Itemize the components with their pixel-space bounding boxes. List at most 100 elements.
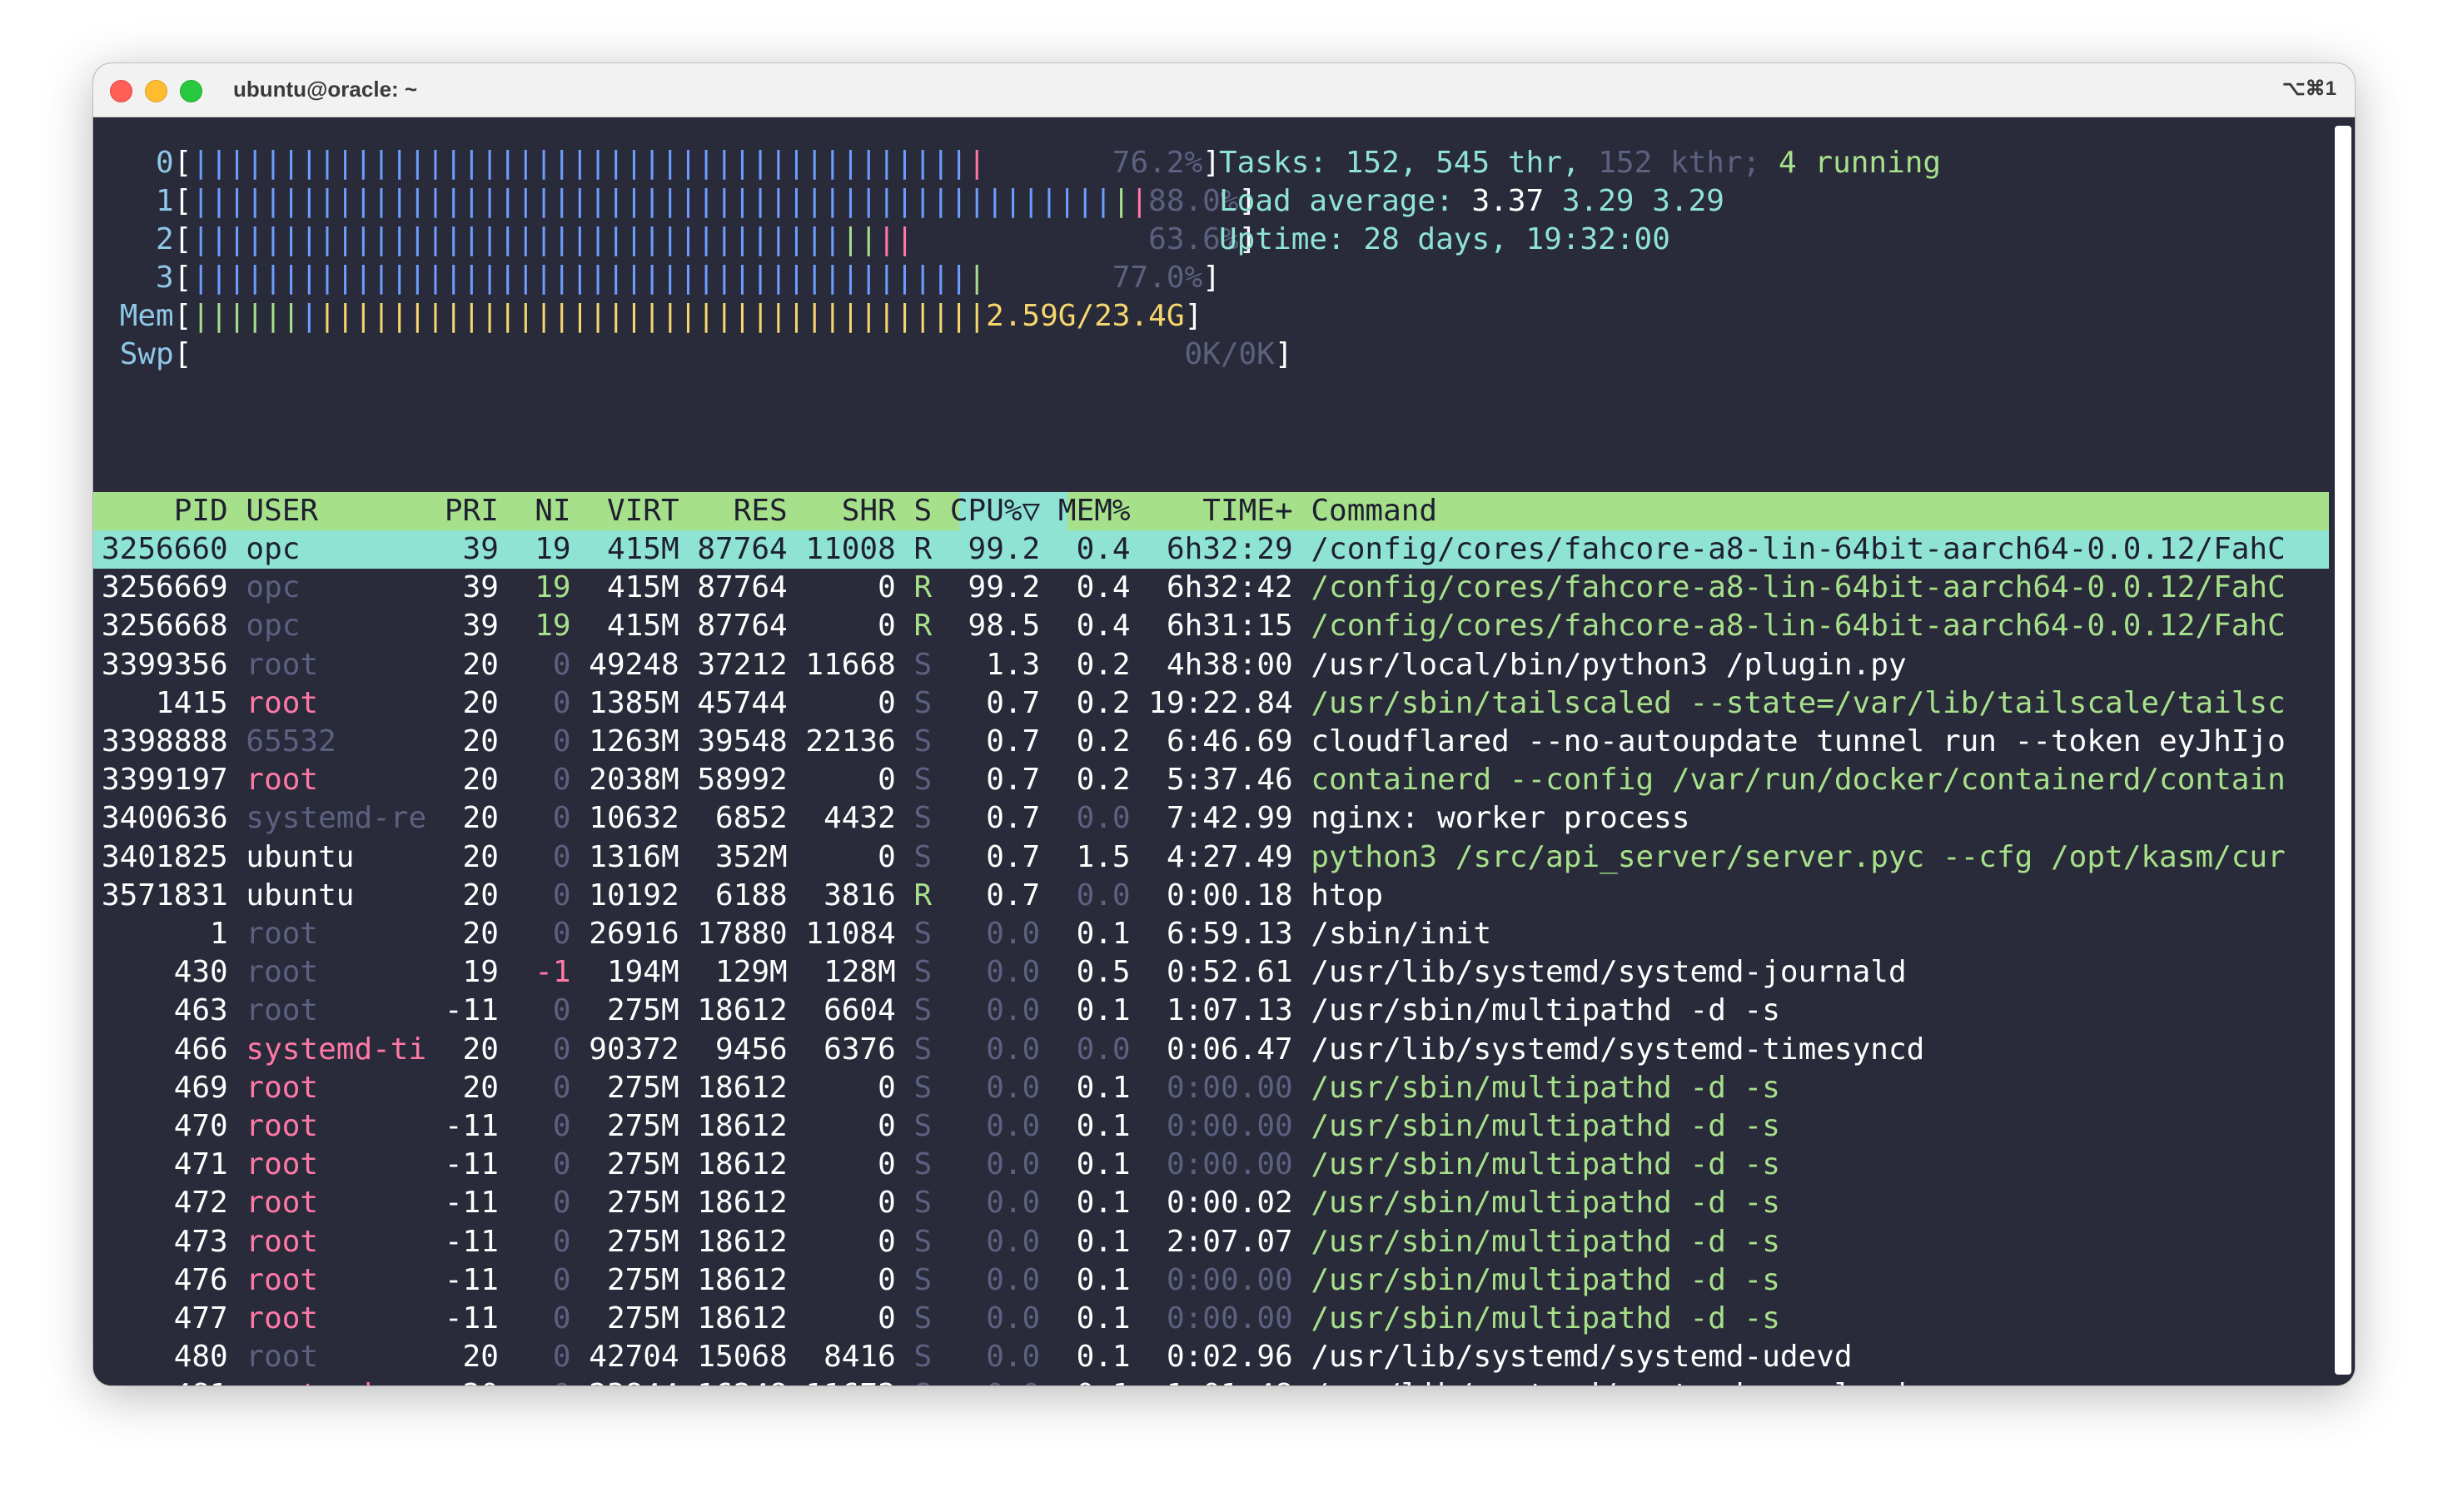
- process-pri: 20: [444, 878, 499, 913]
- process-row[interactable]: 3399197 root 20 0 2038M 58992 0 S 0.7 0.…: [102, 761, 2355, 799]
- process-pri: 20: [444, 1340, 499, 1375]
- cpu2-label: 2: [156, 222, 174, 256]
- process-mem: 0.2: [1057, 763, 1131, 798]
- process-ni: 0: [516, 763, 571, 798]
- process-mem: 0.4: [1057, 609, 1131, 644]
- mem-meter: Mem[||||||||||||||||||||||||||||||||||||…: [119, 299, 1203, 333]
- process-ni: 0: [516, 685, 571, 720]
- process-row[interactable]: 1415 root 20 0 1385M 45744 0 S 0.7 0.2 1…: [102, 684, 2355, 723]
- process-time: 1:07.13: [1130, 993, 1293, 1028]
- process-shr: 11668: [805, 647, 896, 682]
- process-row[interactable]: 469 root 20 0 275M 18612 0 S 0.0 0.1 0:0…: [102, 1069, 2355, 1107]
- process-row[interactable]: 1 root 20 0 26916 17880 11084 S 0.0 0.1 …: [102, 915, 2355, 953]
- column-header-user[interactable]: USER: [246, 494, 426, 528]
- terminal-window: ubuntu@oracle: ~ ⌥⌘1 0[|||||||||||||||||…: [93, 63, 2355, 1385]
- process-cpu: 0.0: [949, 917, 1041, 951]
- process-row[interactable]: 477 root -11 0 275M 18612 0 S 0.0 0.1 0:…: [102, 1300, 2355, 1338]
- process-res: 18612: [697, 1109, 788, 1143]
- column-header-mem[interactable]: MEM%: [1058, 494, 1131, 528]
- process-mem: 0.1: [1057, 1109, 1131, 1143]
- process-row[interactable]: 3256660 opc 39 19 415M 87764 11008 R 99.…: [102, 530, 2355, 569]
- process-res: 37212: [697, 647, 788, 682]
- process-row[interactable]: 3256669 opc 39 19 415M 87764 0 R 99.2 0.…: [102, 569, 2355, 607]
- process-command: /usr/lib/systemd/systemd-resolved: [1311, 1378, 2355, 1385]
- column-header[interactable]: PID USER PRI NI VIRT RES SHR S CPU%▽ MEM…: [102, 492, 2355, 530]
- process-mem: 0.0: [1057, 878, 1131, 913]
- column-header-pid[interactable]: PID: [102, 494, 228, 528]
- column-header-time[interactable]: TIME+: [1131, 494, 1292, 528]
- process-row[interactable]: 476 root -11 0 275M 18612 0 S 0.0 0.1 0:…: [102, 1261, 2355, 1300]
- minimize-button[interactable]: [145, 80, 167, 102]
- process-row[interactable]: 480 root 20 0 42704 15068 8416 S 0.0 0.1…: [102, 1338, 2355, 1376]
- process-row[interactable]: 3399356 root 20 0 49248 37212 11668 S 1.…: [102, 646, 2355, 684]
- process-cpu: 0.0: [950, 1378, 1040, 1385]
- process-shr: 4432: [805, 801, 896, 836]
- process-s: R: [913, 570, 933, 605]
- process-cpu: 0.0: [949, 1262, 1041, 1297]
- process-res: 87764: [697, 532, 788, 566]
- process-row[interactable]: 3400636 systemd-re 20 0 10632 6852 4432 …: [102, 799, 2355, 838]
- process-row[interactable]: 3398888 65532 20 0 1263M 39548 22136 S 0…: [102, 723, 2355, 761]
- process-row[interactable]: 471 root -11 0 275M 18612 0 S 0.0 0.1 0:…: [102, 1146, 2355, 1184]
- process-mem: 0.4: [1057, 570, 1131, 605]
- process-virt: 10632: [589, 801, 679, 836]
- process-row[interactable]: 3256668 opc 39 19 415M 87764 0 R 98.5 0.…: [102, 607, 2355, 645]
- process-time: 7:42.99: [1130, 801, 1293, 836]
- process-shr: 8416: [805, 1340, 896, 1375]
- process-mem: 0.4: [1057, 532, 1131, 566]
- column-header-ni[interactable]: NI: [517, 494, 570, 528]
- process-ni: 19: [516, 609, 571, 644]
- column-header-command[interactable]: Command: [1311, 494, 2355, 528]
- process-user: root: [246, 1224, 427, 1259]
- process-row[interactable]: 481 systemd-re 20 0 23844 16248 11672 S …: [102, 1376, 2355, 1385]
- process-row[interactable]: 473 root -11 0 275M 18612 0 S 0.0 0.1 2:…: [102, 1223, 2355, 1261]
- load-15: 3.29: [1652, 184, 1724, 218]
- process-res: 18612: [697, 1224, 788, 1259]
- process-row[interactable]: 472 root -11 0 275M 18612 0 S 0.0 0.1 0:…: [102, 1184, 2355, 1222]
- process-pri: -11: [444, 993, 499, 1028]
- column-header-pri[interactable]: PRI: [445, 494, 499, 528]
- process-time: 1:01.48: [1131, 1378, 1293, 1385]
- process-virt: 275M: [589, 1301, 679, 1335]
- column-header-cpu[interactable]: CPU%▽: [950, 494, 1040, 528]
- process-virt: 42704: [589, 1340, 679, 1375]
- process-mem: 0.0: [1057, 801, 1131, 836]
- close-button[interactable]: [110, 80, 132, 102]
- tasks-count: 152,: [1345, 146, 1418, 180]
- tasks-line: Tasks: 152, 545 thr, 152 kthr; 4 running: [1219, 146, 1942, 180]
- process-row[interactable]: 470 root -11 0 275M 18612 0 S 0.0 0.1 0:…: [102, 1107, 2355, 1146]
- process-s: S: [913, 993, 933, 1028]
- process-shr: 6376: [805, 1032, 896, 1067]
- process-time: 0:02.96: [1130, 1340, 1293, 1375]
- process-shr: 0: [805, 1147, 896, 1182]
- process-user: root: [246, 917, 427, 951]
- process-pri: 39: [444, 570, 499, 605]
- process-cpu: 0.0: [949, 993, 1041, 1028]
- process-pid: 469: [102, 1070, 228, 1105]
- column-header-s[interactable]: S: [913, 494, 932, 528]
- process-user: root: [246, 1070, 427, 1105]
- process-user: systemd-re: [246, 1378, 426, 1385]
- uptime-line: Uptime: 28 days, 19:32:00: [1219, 222, 1670, 256]
- process-s: S: [913, 1186, 933, 1221]
- process-pri: 20: [444, 1032, 499, 1067]
- process-row[interactable]: 3571831 ubuntu 20 0 10192 6188 3816 R 0.…: [102, 877, 2355, 915]
- process-shr: 0: [805, 1262, 896, 1297]
- htop-screen[interactable]: 0[||||||||||||||||||||||||||||||||||||||…: [93, 117, 2355, 1385]
- column-header-shr[interactable]: SHR: [805, 494, 896, 528]
- swp-meter: Swp[ 0K/0K]: [119, 337, 1293, 371]
- process-virt: 275M: [589, 993, 679, 1028]
- zoom-button[interactable]: [180, 80, 202, 102]
- process-row[interactable]: 463 root -11 0 275M 18612 6604 S 0.0 0.1…: [102, 992, 2355, 1030]
- process-row[interactable]: 466 systemd-ti 20 0 90372 9456 6376 S 0.…: [102, 1031, 2355, 1069]
- column-header-res[interactable]: RES: [697, 494, 788, 528]
- process-res: 6188: [697, 878, 788, 913]
- window-title: ubuntu@oracle: ~: [233, 77, 418, 102]
- process-ni: 0: [516, 1070, 571, 1105]
- process-res: 9456: [697, 1032, 788, 1067]
- process-row[interactable]: 3401825 ubuntu 20 0 1316M 352M 0 S 0.7 1…: [102, 838, 2355, 877]
- column-header-virt[interactable]: VIRT: [589, 494, 679, 528]
- process-virt: 275M: [589, 1224, 679, 1259]
- process-pri: -11: [444, 1109, 499, 1143]
- process-row[interactable]: 430 root 19 -1 194M 129M 128M S 0.0 0.5 …: [102, 953, 2355, 992]
